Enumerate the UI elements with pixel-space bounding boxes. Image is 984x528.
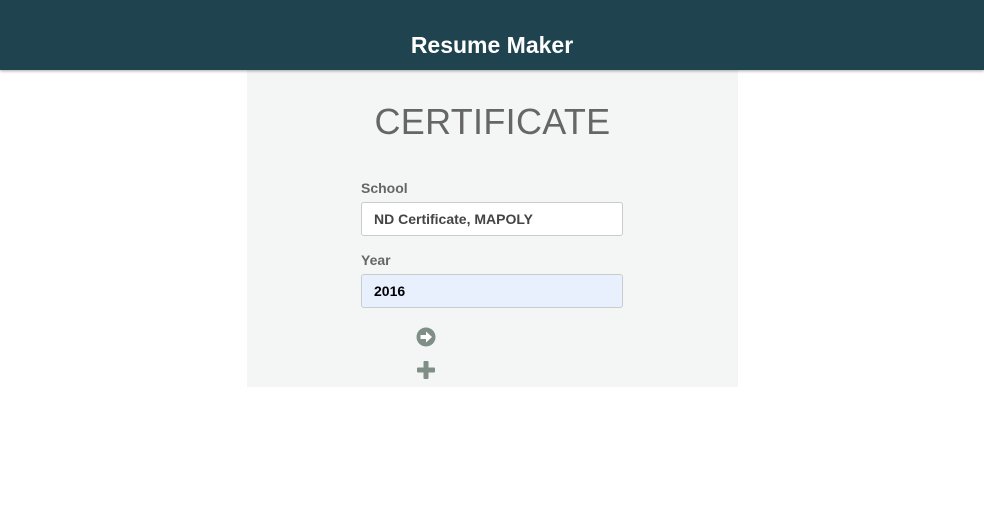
year-label: Year xyxy=(361,252,391,268)
add-plus-icon[interactable] xyxy=(416,360,436,380)
section-title: CERTIFICATE xyxy=(374,101,611,142)
school-label: School xyxy=(361,180,408,196)
app-header: Resume Maker xyxy=(0,0,984,70)
next-arrow-icon[interactable] xyxy=(416,327,436,347)
year-input[interactable] xyxy=(361,274,623,308)
app-title: Resume Maker xyxy=(410,32,574,58)
certificate-panel: CERTIFICATE School Year xyxy=(247,70,738,387)
school-input[interactable] xyxy=(361,202,623,236)
